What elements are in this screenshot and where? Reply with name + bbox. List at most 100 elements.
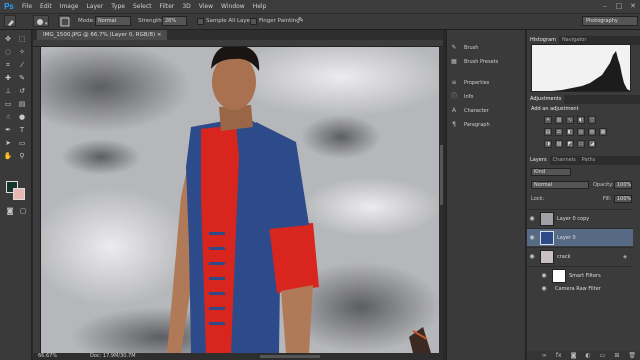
dock-brush-presets[interactable]: ▦ Brush Presets — [450, 56, 498, 68]
visibility-eye-icon[interactable]: ◉ — [539, 285, 549, 292]
visibility-eye-icon[interactable]: ◉ — [527, 215, 537, 222]
menu-type[interactable]: Type — [107, 0, 129, 13]
document-tab[interactable]: IMG_1500.JPG @ 66.7% (Layer 0, RGB/8) × — [37, 30, 168, 40]
menu-view[interactable]: View — [195, 0, 217, 13]
levels-icon[interactable]: ▥ — [555, 116, 563, 124]
marquee-tool-icon[interactable]: ⬚ — [17, 34, 27, 44]
visibility-eye-icon[interactable]: ◉ — [539, 272, 549, 279]
crop-tool-icon[interactable]: ⌗ — [3, 60, 13, 70]
history-brush-tool-icon[interactable]: ↺ — [17, 86, 27, 96]
dodge-tool-icon[interactable]: ● — [17, 112, 27, 122]
layer-row-crack[interactable]: ◉ crack ◈ — [527, 247, 633, 265]
tab-layers[interactable]: Layers — [527, 156, 550, 165]
clone-stamp-tool-icon[interactable]: ⊥ — [3, 86, 13, 96]
pen-tool-icon[interactable]: ✒ — [3, 125, 13, 135]
layer-filter-kind-select[interactable]: Kind — [531, 168, 571, 176]
menu-help[interactable]: Help — [249, 0, 271, 13]
tab-channels[interactable]: Channels — [550, 156, 579, 165]
brightness-contrast-icon[interactable]: ☀ — [544, 116, 552, 124]
brush-panel-toggle-icon[interactable] — [58, 15, 70, 27]
sample-all-layers-checkbox[interactable] — [197, 18, 204, 25]
path-select-tool-icon[interactable]: ➤ — [3, 138, 13, 148]
fill-field[interactable]: 100% — [614, 195, 632, 203]
dock-properties[interactable]: ≡ Properties — [450, 77, 489, 89]
selective-color-icon[interactable]: ◪ — [588, 140, 596, 148]
color-balance-icon[interactable]: ⚖ — [555, 128, 563, 136]
layer-style-icon[interactable]: fx — [556, 351, 562, 360]
menu-window[interactable]: Window — [217, 0, 249, 13]
visibility-eye-icon[interactable]: ◉ — [527, 234, 537, 241]
strength-field[interactable]: 26% — [162, 16, 187, 26]
layer-row-layer-0-copy[interactable]: ◉ Layer 0 copy — [527, 209, 633, 227]
layer-row-camera-raw-filter[interactable]: ◉ Camera Raw Filter — [527, 283, 633, 294]
close-button[interactable]: ✕ — [628, 1, 638, 11]
dock-paragraph[interactable]: ¶ Paragraph — [450, 119, 490, 131]
posterize-icon[interactable]: ▨ — [555, 140, 563, 148]
layer-row-layer-0[interactable]: ◉ Layer 0 — [527, 228, 633, 246]
menu-3d[interactable]: 3D — [178, 0, 194, 13]
tab-adjustments[interactable]: Adjustments — [527, 95, 565, 104]
eraser-tool-icon[interactable]: ▭ — [3, 99, 13, 109]
menu-filter[interactable]: Filter — [156, 0, 179, 13]
color-lookup-icon[interactable]: ▦ — [599, 128, 607, 136]
shape-tool-icon[interactable]: ▭ — [17, 138, 27, 148]
vertical-scroll-thumb[interactable] — [440, 145, 443, 205]
add-mask-icon[interactable]: ◙ — [571, 351, 577, 360]
visibility-eye-icon[interactable]: ◉ — [527, 253, 537, 260]
type-tool-icon[interactable]: T — [17, 125, 27, 135]
gradient-tool-icon[interactable]: ▤ — [17, 99, 27, 109]
quick-mask-icon[interactable]: ◙ — [5, 206, 15, 216]
finger-painting-checkbox[interactable] — [250, 18, 257, 25]
layer-name: Smart Filters — [569, 272, 601, 279]
background-color-swatch[interactable] — [13, 188, 25, 200]
quick-select-tool-icon[interactable]: ✧ — [17, 47, 27, 57]
smudge-tool-preset-icon[interactable] — [4, 15, 16, 27]
workspace-select[interactable]: Photography — [582, 16, 638, 26]
threshold-icon[interactable]: ◩ — [566, 140, 574, 148]
menu-edit[interactable]: Edit — [36, 0, 56, 13]
exposure-icon[interactable]: ◐ — [577, 116, 585, 124]
mode-select[interactable]: Normal — [95, 16, 131, 26]
brush-tool-icon[interactable]: ✎ — [17, 73, 27, 83]
menu-file[interactable]: File — [18, 0, 36, 13]
smudge-tool-icon[interactable]: ☝ — [3, 112, 13, 122]
invert-icon[interactable]: ◑ — [544, 140, 552, 148]
layer-row-smart-filters[interactable]: ◉ Smart Filters — [527, 266, 633, 284]
screen-mode-icon[interactable]: ▢ — [18, 206, 28, 216]
menu-select[interactable]: Select — [129, 0, 156, 13]
black-white-icon[interactable]: ◧ — [566, 128, 574, 136]
opacity-field[interactable]: 100% — [614, 181, 632, 189]
blend-mode-select[interactable]: Normal — [531, 181, 589, 189]
delete-layer-icon[interactable]: 🗑 — [628, 351, 636, 360]
dock-brush[interactable]: ✎ Brush — [450, 42, 478, 54]
menu-image[interactable]: Image — [56, 0, 83, 13]
tab-paths[interactable]: Paths — [579, 156, 599, 165]
hand-tool-icon[interactable]: ✋ — [3, 151, 13, 161]
channel-mixer-icon[interactable]: ◍ — [588, 128, 596, 136]
eyedropper-tool-icon[interactable]: ⁄ — [17, 60, 27, 70]
photo-filter-icon[interactable]: ◎ — [577, 128, 585, 136]
adjustment-layer-icon[interactable]: ◐ — [585, 351, 590, 360]
zoom-tool-icon[interactable]: ⚲ — [17, 151, 27, 161]
pressure-icon[interactable]: ✎ — [298, 16, 308, 26]
zoom-level[interactable]: 66.67% — [38, 353, 57, 360]
minimize-button[interactable]: – — [600, 1, 610, 11]
link-layers-icon[interactable]: ∞ — [542, 351, 547, 360]
move-tool-icon[interactable]: ✥ — [3, 34, 13, 44]
gradient-map-icon[interactable]: ▭ — [577, 140, 585, 148]
vibrance-icon[interactable]: ▽ — [588, 116, 596, 124]
document-canvas[interactable] — [41, 47, 439, 353]
new-layer-icon[interactable]: ⊞ — [614, 351, 619, 360]
dock-character[interactable]: A Character — [450, 105, 489, 117]
dock-info[interactable]: ⓘ Info — [450, 91, 473, 103]
horizontal-scroll-thumb[interactable] — [260, 355, 320, 358]
maximize-button[interactable]: □ — [614, 1, 624, 11]
curves-icon[interactable]: ∿ — [566, 116, 574, 124]
new-group-icon[interactable]: ▭ — [600, 351, 606, 360]
hue-saturation-icon[interactable]: ▤ — [544, 128, 552, 136]
healing-brush-tool-icon[interactable]: ✚ — [3, 73, 13, 83]
brush-size-picker[interactable]: ▾ — [33, 15, 49, 27]
menu-layer[interactable]: Layer — [82, 0, 107, 13]
adjustment-icons: ☀ ▥ ∿ ◐ ▽ ▤ ⚖ ◧ ◎ ◍ ▦ ◑ ▨ ◩ ▭ ◪ — [544, 116, 610, 148]
lasso-tool-icon[interactable]: ◌ — [3, 47, 13, 57]
